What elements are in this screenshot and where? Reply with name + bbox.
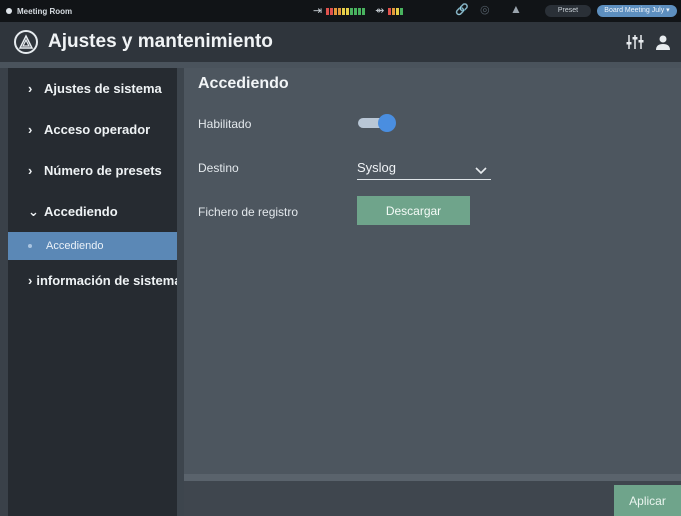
audio-technica-logo-icon — [14, 30, 38, 54]
room-name: Meeting Room — [17, 6, 73, 16]
page-title: Ajustes y mantenimiento — [48, 31, 273, 52]
sidebar-item-acceso-operador[interactable]: › Acceso operador — [8, 109, 177, 150]
footer-bar — [184, 481, 681, 516]
speaker-icon[interactable]: ◎ — [480, 3, 490, 16]
sidebar-item-numero-de-presets[interactable]: › Número de presets — [8, 150, 177, 191]
sidebar-item-informacion-de-sistema[interactable]: › información de sistema — [8, 260, 182, 301]
sidebar-subitem-label: Accediendo — [46, 240, 104, 252]
sidebar-item-label: información de sistema — [36, 273, 182, 288]
destination-value: Syslog — [357, 160, 397, 175]
app-header: Ajustes y mantenimiento — [0, 22, 681, 62]
enabled-toggle[interactable] — [358, 114, 398, 132]
bullet-icon — [28, 244, 32, 248]
status-bar: Meeting Room ⇥ ⇴ 🔗 ◎ ▲ Preset Board Meet… — [0, 0, 681, 22]
main-panel: Accediendo Habilitado Destino Syslog Fic… — [184, 68, 681, 474]
toggle-knob — [378, 114, 396, 132]
room-indicator: Meeting Room — [0, 7, 300, 16]
level-meters: ⇥ ⇴ — [313, 5, 413, 17]
chevron-right-icon: › — [28, 273, 33, 288]
status-dot-icon — [6, 8, 12, 14]
apply-button[interactable]: Aplicar — [614, 485, 681, 516]
input-meter — [326, 7, 366, 15]
chevron-down-icon — [475, 162, 487, 180]
destination-select[interactable]: Syslog — [357, 158, 491, 180]
sidebar-edge — [177, 68, 184, 516]
sidebar-item-label: Ajustes de sistema — [44, 81, 162, 96]
sidebar-item-ajustes-de-sistema[interactable]: › Ajustes de sistema — [8, 68, 177, 109]
sidebar-item-accediendo[interactable]: ⌄ Accediendo — [8, 191, 177, 232]
warning-icon[interactable]: ▲ — [510, 2, 522, 16]
output-arrow-icon: ⇴ — [375, 5, 385, 17]
chevron-down-icon: ⌄ — [28, 203, 39, 219]
preset-select[interactable]: Board Meeting July ▾ — [597, 5, 677, 17]
sidebar-item-label: Acceso operador — [44, 122, 151, 137]
sidebar-subitem-accediendo[interactable]: Accediendo — [8, 232, 177, 260]
enabled-label: Habilitado — [198, 117, 252, 131]
chevron-right-icon: › — [28, 122, 33, 137]
preset-label: Preset — [545, 5, 591, 17]
chevron-right-icon: › — [28, 163, 33, 178]
sidebar: › Ajustes de sistema › Acceso operador ›… — [8, 68, 182, 516]
mixer-sliders-icon[interactable] — [626, 34, 644, 55]
sidebar-item-label: Número de presets — [44, 163, 162, 178]
footer-divider — [184, 474, 681, 481]
destination-label: Destino — [198, 161, 239, 175]
user-icon[interactable] — [655, 34, 671, 55]
log-file-label: Fichero de registro — [198, 205, 299, 219]
output-meter — [388, 7, 404, 15]
download-button[interactable]: Descargar — [357, 196, 470, 225]
input-arrow-icon: ⇥ — [313, 5, 323, 17]
sidebar-item-label: Accediendo — [44, 204, 118, 219]
chevron-right-icon: › — [28, 81, 33, 96]
section-title: Accediendo — [198, 75, 289, 92]
link-icon[interactable]: 🔗 — [455, 3, 469, 16]
